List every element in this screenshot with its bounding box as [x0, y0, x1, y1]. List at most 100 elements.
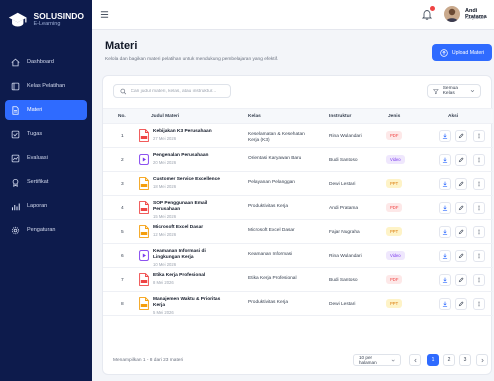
materi-date: 18 Mei 2026 [153, 184, 177, 189]
materi-title[interactable]: Etika Kerja Profesional 8 Mei 2026 [153, 273, 228, 286]
table-row: 7 Etika Kerja Profesional 8 Mei 2026 Etika … [103, 268, 493, 292]
sidebar-item-pengaturan[interactable]: Pengaturan [5, 220, 87, 240]
download-icon [442, 181, 448, 187]
header-judul: Judul Materi [151, 114, 180, 119]
materi-title-text: Microsoft Excel Dasar [153, 225, 204, 230]
download-icon [442, 229, 448, 235]
search-box[interactable] [113, 84, 231, 98]
sidebar-item-sertifikat[interactable]: Sertifikat [5, 172, 87, 192]
brand-name: SOLUSINDO [33, 11, 84, 21]
download-button[interactable] [439, 154, 451, 166]
materi-card: Semua Kelas No. Judul Materi Kelas Instr… [102, 75, 493, 375]
row-number: 6 [121, 254, 124, 259]
sidebar-item-materi[interactable]: Materi [5, 100, 87, 120]
sidebar-item-label: Pengaturan [27, 227, 56, 233]
more-options-button[interactable] [473, 202, 485, 214]
download-button[interactable] [439, 298, 451, 310]
materi-title[interactable]: Microsoft Excel Dasar 12 Mei 2026 [153, 225, 228, 238]
settings-icon [11, 226, 20, 234]
edit-button[interactable] [455, 226, 467, 238]
kelas-name: Keamanan Informasi [248, 252, 293, 257]
sidebar-item-label: Laporan [27, 203, 48, 209]
search-input[interactable] [130, 88, 224, 94]
chevron-down-icon [391, 359, 395, 362]
materi-title[interactable]: Pengenalan Perusahaan 20 Mei 2026 [153, 153, 228, 166]
more-options-button[interactable] [473, 154, 485, 166]
materi-title[interactable]: Manajemen Waktu & Prioritas Kerja 5 Mei 2… [153, 297, 228, 316]
download-button[interactable] [439, 130, 451, 142]
sidebar-item-evaluasi[interactable]: Evaluasi [5, 148, 87, 168]
kelas-name: Pelayanan Pelanggan [248, 180, 295, 185]
pdf-file-icon [139, 273, 149, 286]
search-icon [120, 88, 127, 94]
jenis-badge: PPT [386, 299, 403, 308]
instruktur-name: Rina Wulandari [329, 134, 362, 139]
video-file-icon [139, 154, 149, 165]
materi-date: 5 Mei 2026 [153, 310, 174, 315]
jenis-badge: PDF [386, 131, 403, 140]
pagination-page-3[interactable]: 3 [459, 354, 471, 366]
download-button[interactable] [439, 202, 451, 214]
sidebar-item-dashboard[interactable]: Dashboard [5, 52, 87, 72]
pagination-page-1[interactable]: 1 [427, 354, 439, 366]
avatar[interactable] [444, 6, 460, 22]
edit-button[interactable] [455, 154, 467, 166]
notification-badge [430, 6, 435, 11]
pencil-icon [458, 181, 464, 187]
certificate-icon [12, 178, 19, 187]
per-page-label: 10 per halaman [359, 355, 377, 365]
pagination-next[interactable] [476, 354, 488, 366]
user-avatar-icon [446, 8, 458, 22]
home-icon [11, 58, 20, 66]
upload-icon [440, 48, 448, 57]
sidebar-nav: Dashboard Kelas Pelatihan Materi Tugas E… [0, 52, 92, 240]
more-options-button[interactable] [473, 274, 485, 286]
edit-button[interactable] [455, 298, 467, 310]
kelas-name: Microsoft Excel Dasar [248, 228, 295, 233]
pdf-file-icon [139, 129, 149, 142]
more-options-button[interactable] [473, 178, 485, 190]
pagination-prev[interactable] [409, 354, 421, 366]
download-button[interactable] [439, 178, 451, 190]
document-icon [12, 105, 19, 115]
edit-button[interactable] [455, 178, 467, 190]
kelas-filter-select[interactable]: Semua Kelas [427, 84, 481, 98]
header-no: No. [118, 114, 126, 119]
upload-label: Upload Materi [451, 49, 485, 56]
chevron-down-icon [470, 90, 475, 93]
user-role: Karyawan [465, 15, 486, 20]
brand[interactable]: SOLUSINDO E-Learning [0, 0, 92, 38]
materi-title[interactable]: Keamanan Informasi di Lingkungan Kerja 10… [153, 249, 228, 268]
sidebar-item-tugas[interactable]: Tugas [5, 124, 87, 144]
pencil-icon [458, 157, 464, 163]
header-jenis: Jenis [388, 114, 401, 119]
per-page-select[interactable]: 10 per halaman [353, 354, 401, 366]
menu-icon[interactable] [100, 10, 109, 19]
sidebar-item-laporan[interactable]: Laporan [5, 196, 87, 216]
header-aksi: Aksi [448, 114, 459, 119]
materi-title[interactable]: SOP Penggunaan Email Perusahaan 15 Mei 20… [153, 201, 228, 220]
sidebar-item-kelas-pelatihan[interactable]: Kelas Pelatihan [5, 76, 87, 96]
download-button[interactable] [439, 274, 451, 286]
materi-title[interactable]: Kebijakan K3 Perusahaan 27 Mei 2026 [153, 129, 228, 142]
edit-button[interactable] [455, 274, 467, 286]
materi-title[interactable]: Customer Service Excellence 18 Mei 2026 [153, 177, 228, 190]
pdf-file-icon [139, 201, 149, 214]
filter-label: Semua Kelas [442, 86, 458, 96]
materi-title-text: Kebijakan K3 Perusahaan [153, 129, 212, 134]
more-options-button[interactable] [473, 250, 485, 262]
edit-button[interactable] [455, 130, 467, 142]
pencil-icon [458, 277, 464, 283]
download-button[interactable] [439, 226, 451, 238]
table-row: 6 Keamanan Informasi di Lingkungan Kerja 1… [103, 244, 493, 268]
upload-materi-button[interactable]: Upload Materi [432, 44, 492, 61]
table-row: 8 Manajemen Waktu & Prioritas Kerja 5 Mei … [103, 292, 493, 316]
more-options-button[interactable] [473, 298, 485, 310]
edit-button[interactable] [455, 202, 467, 214]
download-button[interactable] [439, 250, 451, 262]
more-options-button[interactable] [473, 130, 485, 142]
more-vertical-icon [478, 205, 480, 211]
more-options-button[interactable] [473, 226, 485, 238]
pagination-page-2[interactable]: 2 [443, 354, 455, 366]
edit-button[interactable] [455, 250, 467, 262]
